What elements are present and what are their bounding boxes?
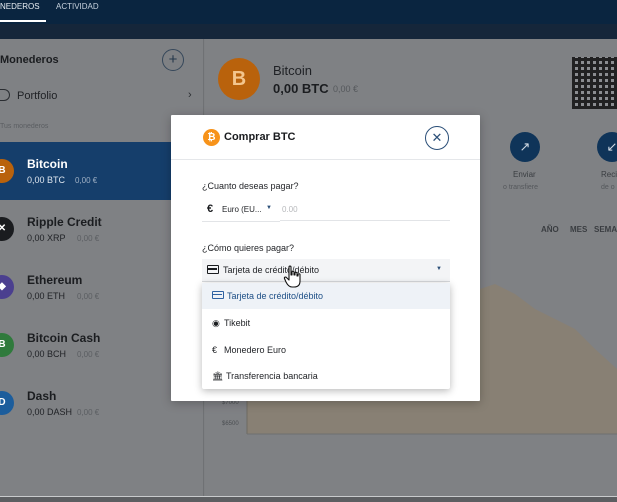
wallet-balance: 0,00 BTC: [27, 175, 66, 185]
option-euro-wallet[interactable]: € Monedero Euro: [202, 337, 450, 363]
wallet-name: Dash: [27, 389, 57, 403]
add-wallet-button[interactable]: +: [162, 49, 184, 71]
coin-name: Bitcoin: [273, 63, 313, 78]
range-year[interactable]: AÑO: [541, 225, 559, 234]
receive-button[interactable]: ↙: [597, 132, 617, 162]
ethereum-icon: ◆: [0, 275, 14, 299]
receive-label: Reci: [601, 170, 617, 179]
option-label: Tikebit: [224, 318, 251, 328]
top-navigation: NEDEROS ACTIVIDAD: [0, 0, 617, 24]
amount-question: ¿Cuanto deseas pagar?: [202, 181, 299, 191]
dash-icon: D: [0, 391, 14, 415]
bitcoin-cash-icon: B: [0, 333, 14, 357]
close-button[interactable]: ✕: [425, 126, 449, 150]
receive-sublabel: de o: [601, 184, 615, 191]
wallet-balance: 0,00 DASH: [27, 407, 73, 417]
option-label: Monedero Euro: [224, 345, 287, 355]
send-sublabel: o transfiere: [503, 184, 539, 191]
wallet-balance: 0,00 XRP: [27, 233, 66, 243]
currency-select-value: Euro (EU...: [222, 205, 262, 214]
option-label: Transferencia bancaria: [226, 371, 318, 381]
wallet-name: Ripple Credit: [27, 215, 102, 229]
currency-select[interactable]: € Euro (EU... ▼: [202, 199, 280, 221]
tikebit-icon: ◉: [212, 318, 220, 328]
bitcoin-icon: ₿: [203, 129, 220, 146]
payment-method-select[interactable]: Tarjeta de crédito/débito ▼: [202, 259, 450, 281]
sidebar-title: Monederos: [0, 54, 59, 66]
coin-fiat-balance: 0,00 €: [333, 84, 359, 94]
send-label: Enviar: [513, 170, 536, 179]
payment-method-underline: [202, 281, 450, 282]
coin-balance: 0,00 BTC: [273, 81, 329, 96]
euro-icon: €: [207, 203, 214, 215]
amount-input[interactable]: [280, 199, 450, 221]
option-credit-card[interactable]: Tarjeta de crédito/débito: [202, 283, 450, 309]
tab-monederos[interactable]: NEDEROS: [0, 0, 46, 22]
qr-code[interactable]: [572, 57, 617, 109]
y-tick-label: $6500: [222, 421, 239, 427]
hand-pointer-cursor-icon: [283, 265, 301, 288]
sidebar-section-label: Tus monederos: [0, 123, 49, 130]
bottom-bar: [0, 496, 617, 502]
wallet-name: Bitcoin: [27, 157, 68, 171]
wallet-fiat: 0,00 €: [77, 234, 100, 243]
range-month[interactable]: MES: [570, 225, 587, 234]
bank-icon: 🏛: [212, 371, 224, 381]
wallet-fiat: 0,00 €: [77, 350, 100, 359]
modal-title: Comprar BTC: [224, 131, 296, 143]
wallet-name: Bitcoin Cash: [27, 331, 101, 345]
sub-navigation-strip: [0, 24, 617, 39]
option-label: Tarjeta de crédito/débito: [227, 291, 324, 301]
option-tikebit[interactable]: ◉ Tikebit: [202, 310, 450, 336]
send-button[interactable]: ↗: [510, 132, 540, 162]
card-icon: [207, 265, 219, 274]
range-week[interactable]: SEMA: [594, 225, 617, 234]
option-bank-transfer[interactable]: 🏛 Transferencia bancaria: [202, 363, 450, 389]
payment-method-question: ¿Cómo quieres pagar?: [202, 243, 295, 253]
card-icon: [212, 291, 224, 299]
wallet-fiat: 0,00 €: [77, 292, 100, 301]
modal-header: ₿ Comprar BTC ✕: [171, 115, 480, 160]
bitcoin-icon: B: [0, 159, 14, 183]
caret-down-icon: ▼: [266, 205, 272, 211]
caret-down-icon: ▼: [436, 266, 442, 272]
wallet-balance: 0,00 BCH: [27, 349, 67, 359]
ripple-icon: ✕: [0, 217, 14, 241]
chevron-right-icon: ›: [188, 89, 192, 101]
bitcoin-logo-icon: B: [218, 58, 260, 100]
portfolio-icon: [0, 89, 10, 101]
wallet-balance: 0,00 ETH: [27, 291, 66, 301]
wallet-fiat: 0,00 €: [75, 176, 98, 185]
currency-underline: [202, 221, 280, 222]
wallet-name: Ethereum: [27, 273, 83, 287]
payment-method-value: Tarjeta de crédito/débito: [223, 265, 320, 275]
wallet-fiat: 0,00 €: [77, 408, 100, 417]
sidebar-item-portfolio[interactable]: Portfolio: [17, 90, 57, 102]
payment-method-dropdown: Tarjeta de crédito/débito ◉ Tikebit € Mo…: [202, 283, 450, 389]
tab-actividad[interactable]: ACTIVIDAD: [56, 0, 99, 22]
euro-icon: €: [212, 345, 218, 355]
